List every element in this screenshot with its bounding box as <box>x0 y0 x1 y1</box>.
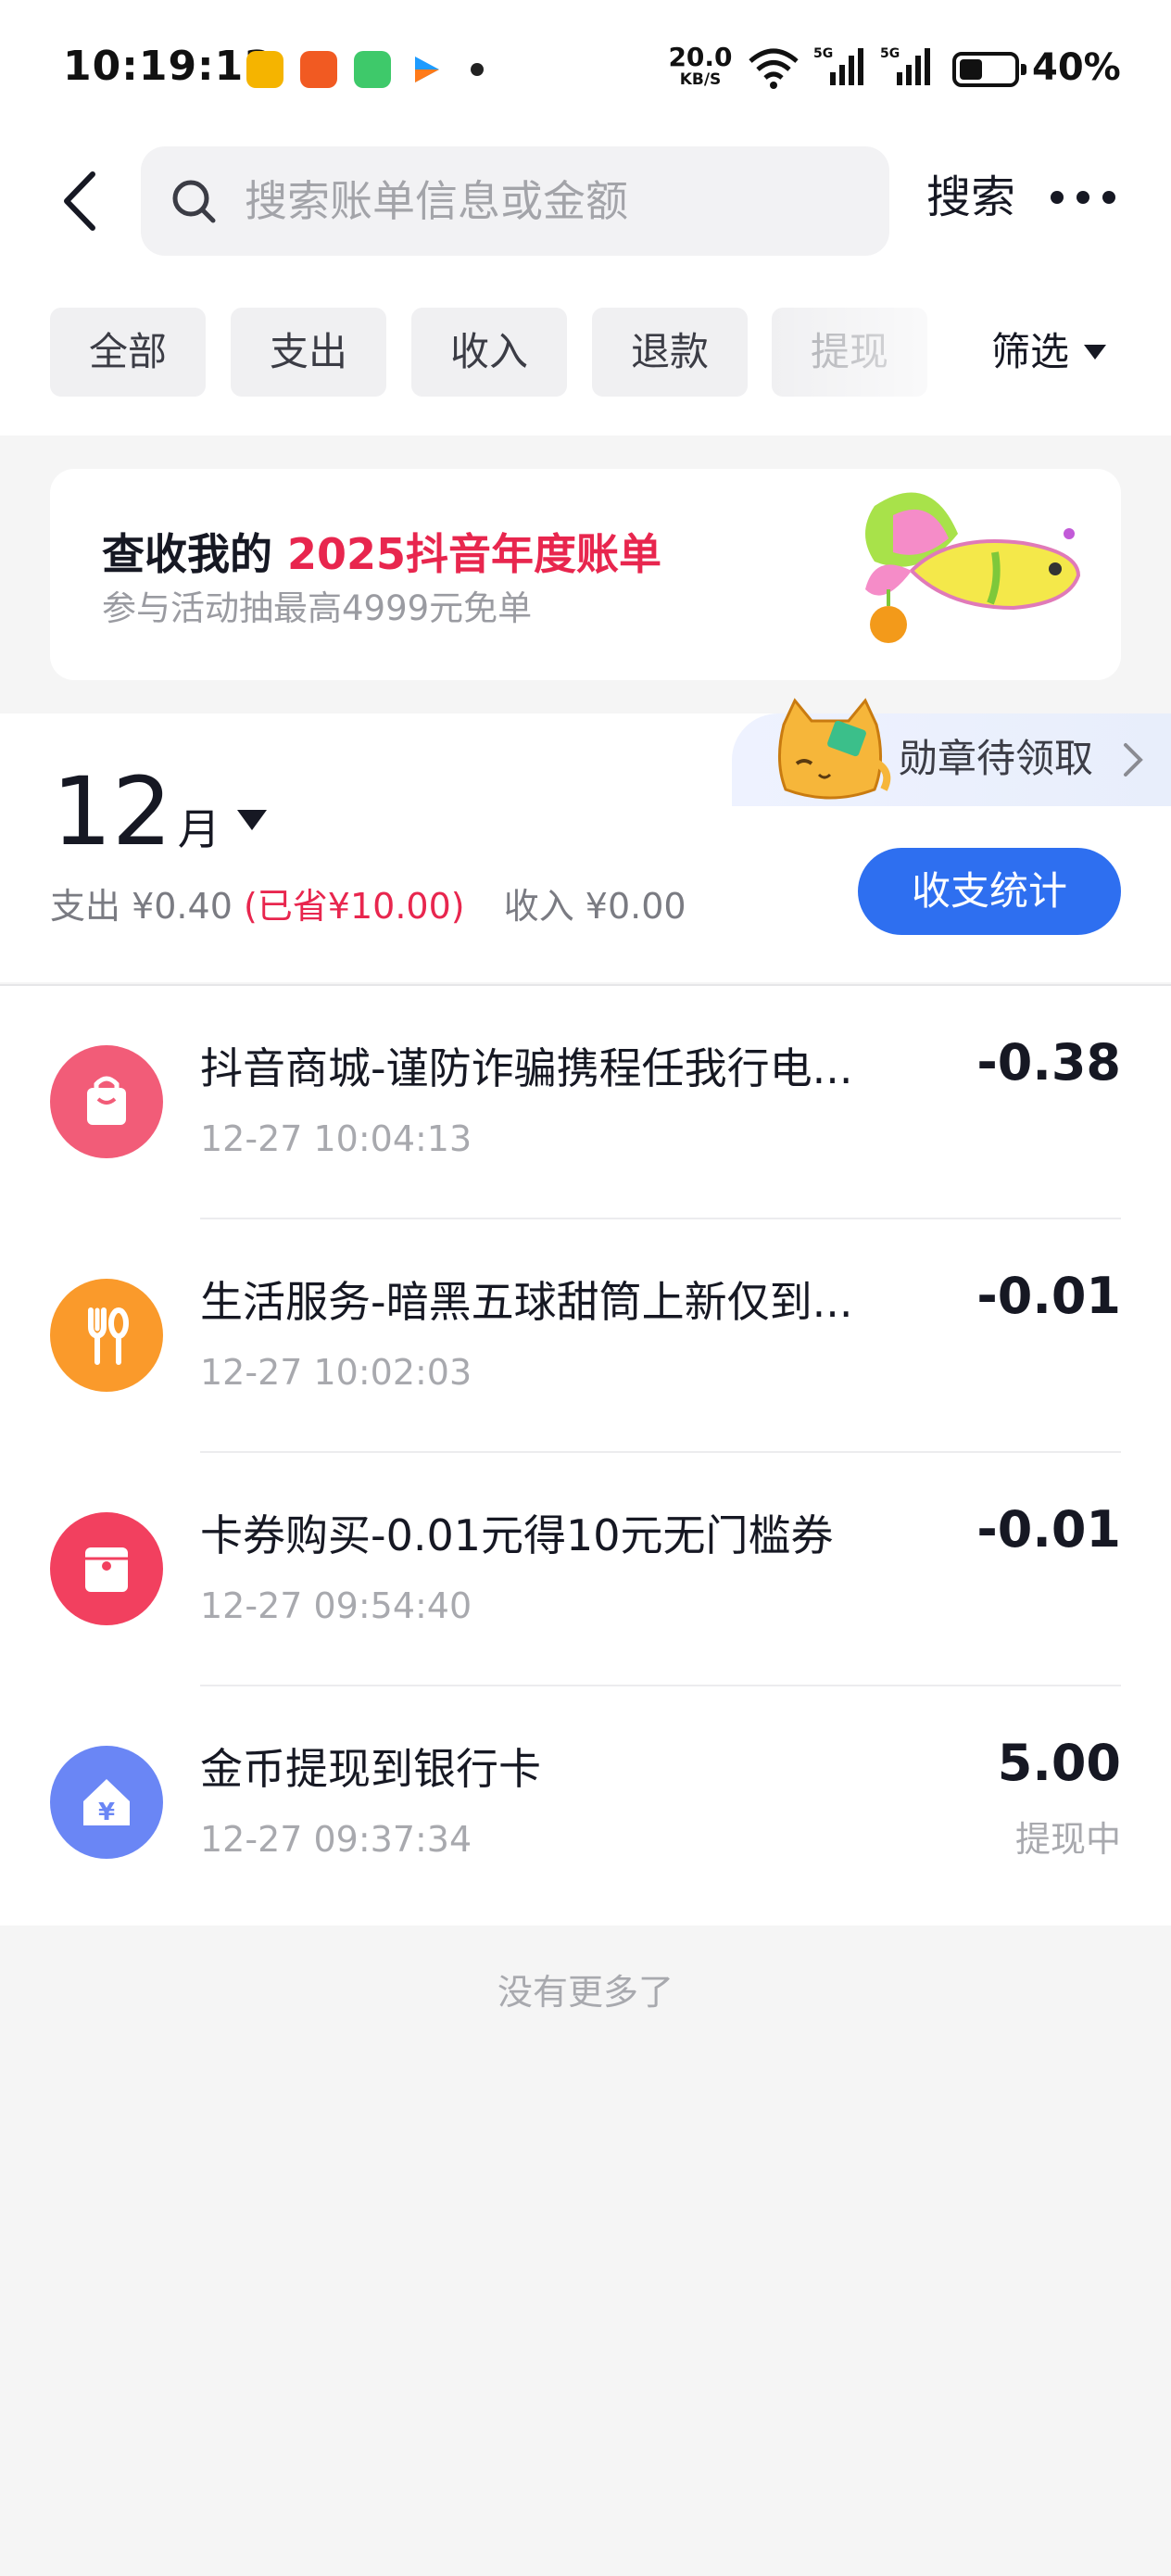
back-icon[interactable] <box>57 169 104 234</box>
transaction-row[interactable]: ¥ 金币提现到银行卡 12-27 09:37:34 5.00 提现中 <box>0 1686 1171 1920</box>
transaction-time: 12-27 10:02:03 <box>200 1352 472 1393</box>
chevron-right-icon <box>1124 743 1143 777</box>
transaction-title: 生活服务-暗黑五球甜筒上新仅到... <box>200 1277 853 1327</box>
banner-title: 查收我的 2025抖音年度账单 <box>102 529 662 579</box>
transaction-time: 12-27 09:37:34 <box>200 1819 472 1860</box>
transaction-title: 金币提现到银行卡 <box>200 1744 541 1794</box>
transaction-row[interactable]: 抖音商城-谨防诈骗携程任我行电... 12-27 10:04:13 -0.38 <box>0 986 1171 1219</box>
kuaishou-app-icon <box>300 51 337 88</box>
month-unit: 月 <box>177 804 220 854</box>
transaction-status: 提现中 <box>1014 1819 1121 1860</box>
transaction-time: 12-27 09:54:40 <box>200 1585 472 1626</box>
transaction-title: 抖音商城-谨防诈骗携程任我行电... <box>200 1043 853 1093</box>
month-number: 12 <box>52 757 172 867</box>
stats-button[interactable]: 收支统计 <box>858 848 1121 935</box>
filter-caret-icon <box>1084 344 1107 360</box>
cat-mascot-icon <box>777 698 891 800</box>
filter-label: 筛选 <box>991 329 1070 374</box>
signal-5g-icon-1: 5G <box>813 46 863 85</box>
fish-illustration-icon <box>865 492 1081 643</box>
badge-text: 勋章待领取 <box>899 736 1094 781</box>
wifi-icon <box>749 48 799 89</box>
coupon-icon <box>50 1512 163 1625</box>
tab-all[interactable]: 全部 <box>50 308 206 397</box>
transaction-row[interactable]: 卡券购买-0.01元得10元无门槛券 12-27 09:54:40 -0.01 <box>0 1453 1171 1686</box>
filter-button[interactable]: 筛选 <box>991 324 1107 380</box>
svg-text:5G: 5G <box>813 46 833 61</box>
month-caret-icon[interactable] <box>237 810 267 830</box>
tab-refund[interactable]: 退款 <box>592 308 748 397</box>
transaction-title: 卡券购买-0.01元得10元无门槛券 <box>200 1510 834 1560</box>
notification-dot-icon <box>471 63 484 76</box>
fork-spoon-icon <box>50 1279 163 1392</box>
message-app-icon <box>354 51 391 88</box>
banner-title-highlight: 2025抖音年度账单 <box>287 529 662 579</box>
net-speed: 20.0 KB/S <box>668 42 733 89</box>
status-time: 10:19:13 <box>63 43 273 90</box>
expense-total: 支出 ¥0.40 <box>50 886 233 927</box>
annual-bill-banner[interactable]: 查收我的 2025抖音年度账单 参与活动抽最高4999元免单 <box>50 469 1121 680</box>
battery-percent: 40% <box>1032 46 1121 89</box>
transaction-amount: -0.01 <box>976 1267 1121 1325</box>
signal-5g-icon-2: 5G <box>880 46 930 85</box>
no-more-text: 没有更多了 <box>497 1972 674 2013</box>
shopping-bag-icon <box>50 1045 163 1158</box>
tabs-fade-overlay <box>769 278 982 426</box>
saved-amount: (已省¥10.00) <box>243 886 465 927</box>
battery-icon <box>952 52 1026 87</box>
search-placeholder: 搜索账单信息或金额 <box>245 176 628 226</box>
banner-subtitle: 参与活动抽最高4999元免单 <box>102 588 533 628</box>
more-options-icon[interactable] <box>1051 191 1115 209</box>
transaction-amount: -0.01 <box>976 1500 1121 1559</box>
transaction-amount: 5.00 <box>997 1734 1121 1792</box>
month-summary: 支出 ¥0.40 (已省¥10.00) 收入 ¥0.00 <box>50 880 686 932</box>
weibo-app-icon <box>246 51 283 88</box>
bank-card-icon: ¥ <box>50 1746 163 1859</box>
tab-income[interactable]: 收入 <box>411 308 567 397</box>
tab-expense[interactable]: 支出 <box>231 308 386 397</box>
income-total: 收入 ¥0.00 <box>503 886 686 927</box>
search-button[interactable]: 搜索 <box>926 167 1015 228</box>
search-input[interactable]: 搜索账单信息或金额 <box>141 146 889 256</box>
video-app-icon <box>415 57 439 82</box>
transaction-list: 抖音商城-谨防诈骗携程任我行电... 12-27 10:04:13 -0.38 … <box>0 984 1171 1926</box>
svg-text:5G: 5G <box>880 46 900 61</box>
month-selector[interactable]: 12 月 <box>52 765 220 860</box>
transaction-time: 12-27 10:04:13 <box>200 1118 472 1159</box>
transaction-amount: -0.38 <box>976 1033 1121 1092</box>
status-bar: 10:19:13 20.0 KB/S 5G 5G 40% <box>0 0 1171 139</box>
search-icon <box>172 180 216 223</box>
svg-text:¥: ¥ <box>98 1799 115 1826</box>
transaction-row[interactable]: 生活服务-暗黑五球甜筒上新仅到... 12-27 10:02:03 -0.01 <box>0 1219 1171 1453</box>
